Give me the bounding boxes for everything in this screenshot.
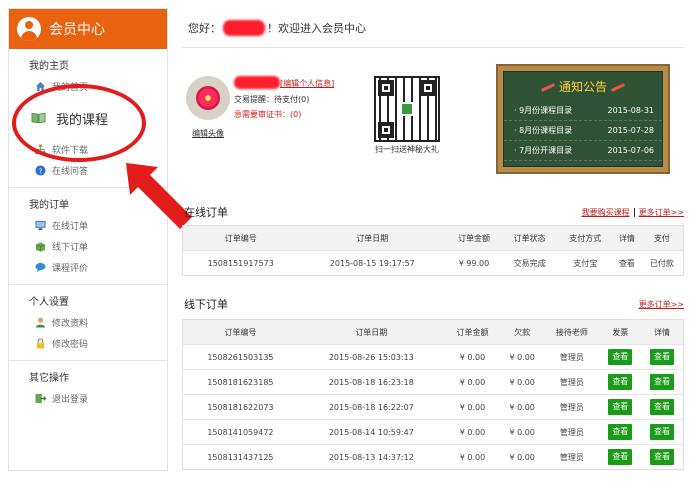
main-content: 您好： ！欢迎进入会员中心 编辑头像 [编辑个人信息] 交易提醒：待支付(0) … bbox=[182, 8, 684, 470]
sidebar-item-offline-orders[interactable]: 线下订单 bbox=[9, 236, 167, 257]
monitor-icon bbox=[35, 220, 46, 231]
sidebar-title: 会员中心 bbox=[49, 22, 105, 38]
edit-info-link[interactable]: [编辑个人信息] bbox=[280, 78, 334, 89]
pencil-icon bbox=[611, 83, 625, 92]
invoice-view-button[interactable]: 查看 bbox=[608, 424, 633, 440]
redacted-username bbox=[223, 19, 265, 36]
online-orders-table: 订单编号 订单日期 订单金额 订单状态 支付方式 详情 支付 150815191… bbox=[182, 225, 684, 276]
flower-image bbox=[196, 86, 220, 110]
detail-view-button[interactable]: 查看 bbox=[650, 449, 675, 465]
download-icon bbox=[35, 144, 46, 155]
offline-orders-title: 线下订单 bbox=[184, 298, 228, 311]
qr-code-block: 扫一扫送神秘大礼 bbox=[372, 76, 442, 156]
profile-card: 编辑头像 [编辑个人信息] 交易提醒：待支付(0) 急需要审证书：(0) bbox=[186, 76, 346, 156]
avatar[interactable] bbox=[186, 76, 230, 120]
table-row: 1508141059472 2015-08-14 10:59:47 ¥ 0.00… bbox=[182, 419, 684, 445]
lock-icon bbox=[36, 338, 45, 349]
svg-text:?: ? bbox=[39, 166, 43, 175]
detail-view-button[interactable]: 查看 bbox=[650, 349, 675, 365]
offline-orders-header: 线下订单 更多订单>> bbox=[182, 293, 684, 315]
sidebar-item-download[interactable]: 软件下载 bbox=[9, 139, 167, 160]
notice-item[interactable]: · 7月份开课目录 2015-07-06 bbox=[504, 141, 662, 161]
book-icon bbox=[31, 112, 46, 124]
sidebar-section-settings: 个人设置 修改资料 修改密码 bbox=[9, 285, 167, 361]
user-icon bbox=[35, 317, 46, 328]
invoice-view-button[interactable]: 查看 bbox=[608, 374, 633, 390]
invoice-view-button[interactable]: 查看 bbox=[608, 449, 633, 465]
sidebar-section-other: 其它操作 退出登录 bbox=[9, 361, 167, 415]
offline-orders-table: 订单编号 订单日期 订单金额 欠款 接待老师 发票 详情 15082615031… bbox=[182, 319, 684, 470]
invoice-view-button[interactable]: 查看 bbox=[608, 349, 633, 365]
sidebar-item-edit-profile[interactable]: 修改资料 bbox=[9, 312, 167, 333]
table-header-row: 订单编号 订单日期 订单金额 欠款 接待老师 发票 详情 bbox=[182, 319, 684, 345]
comment-icon bbox=[35, 262, 46, 273]
sidebar-section-title: 个人设置 bbox=[29, 297, 69, 308]
sidebar-section-title: 我的订单 bbox=[29, 200, 69, 211]
detail-view-button[interactable]: 查看 bbox=[650, 399, 675, 415]
more-online-orders-link[interactable]: 更多订单>> bbox=[639, 208, 684, 217]
notice-list: · 9月份课程目录 2015-08-31 · 8月份课程目录 2015-07-28 … bbox=[504, 101, 662, 161]
more-offline-orders-link[interactable]: 更多订单>> bbox=[639, 300, 684, 309]
user-icon bbox=[17, 17, 41, 41]
sidebar-section-title: 我的主页 bbox=[29, 61, 69, 72]
online-orders-header: 在线订单 我要购买课程 更多订单>> bbox=[182, 201, 684, 223]
logout-icon bbox=[35, 393, 46, 404]
welcome-suffix: ！欢迎进入会员中心 bbox=[267, 21, 366, 35]
detail-view-button[interactable]: 查看 bbox=[650, 424, 675, 440]
sidebar: 会员中心 我的主页 我的首页 我的课程 软件下载 ? 在线问答 我的订单 在线订… bbox=[8, 8, 168, 471]
invoice-view-button[interactable]: 查看 bbox=[608, 399, 633, 415]
transaction-reminder: 交易提醒：待支付(0) bbox=[234, 95, 310, 104]
table-header-row: 订单编号 订单日期 订单金额 订单状态 支付方式 详情 支付 bbox=[182, 225, 684, 251]
sidebar-section-orders: 我的订单 在线订单 线下订单 课程评价 bbox=[9, 188, 167, 285]
welcome-bar: 您好： ！欢迎进入会员中心 bbox=[182, 8, 684, 48]
notice-item[interactable]: · 9月份课程目录 2015-08-31 bbox=[504, 101, 662, 121]
table-row: 1508261503135 2015-08-26 15:03:13 ¥ 0.00… bbox=[182, 344, 684, 370]
edit-avatar-link[interactable]: 编辑头像 bbox=[192, 128, 224, 139]
redacted-name bbox=[234, 76, 280, 89]
qr-caption: 扫一扫送神秘大礼 bbox=[375, 145, 439, 154]
online-orders-title: 在线订单 bbox=[184, 206, 228, 219]
home-icon bbox=[35, 81, 46, 92]
table-row: 1508131437125 2015-08-13 14:37:12 ¥ 0.00… bbox=[182, 444, 684, 470]
table-row: 1508181622073 2015-08-18 16:22:07 ¥ 0.00… bbox=[182, 394, 684, 420]
welcome-prefix: 您好： bbox=[188, 21, 221, 35]
table-row: 1508151917573 2015-08-15 19:17:57 ¥ 99.0… bbox=[182, 250, 684, 276]
sidebar-item-change-password[interactable]: 修改密码 bbox=[9, 333, 167, 354]
view-detail-link[interactable]: 查看 bbox=[613, 250, 641, 276]
pencil-icon bbox=[541, 83, 555, 92]
table-row: 1508181623185 2015-08-18 16:23:18 ¥ 0.00… bbox=[182, 369, 684, 395]
question-icon: ? bbox=[35, 165, 46, 176]
notice-item[interactable]: · 8月份课程目录 2015-07-28 bbox=[504, 121, 662, 141]
notice-board: 通知公告 · 9月份课程目录 2015-08-31 · 8月份课程目录 2015-0… bbox=[496, 64, 670, 174]
sidebar-item-qa[interactable]: ? 在线问答 bbox=[9, 160, 167, 181]
sidebar-item-logout[interactable]: 退出登录 bbox=[9, 388, 167, 409]
sidebar-header: 会员中心 bbox=[9, 9, 167, 49]
sidebar-item-courses[interactable]: 我的课程 bbox=[9, 97, 167, 139]
sidebar-item-course-review[interactable]: 课程评价 bbox=[9, 257, 167, 278]
box-icon bbox=[35, 242, 46, 252]
sidebar-section-home: 我的主页 我的首页 我的课程 软件下载 ? 在线问答 bbox=[9, 49, 167, 188]
buy-course-link[interactable]: 我要购买课程 bbox=[582, 208, 630, 217]
certificate-reminder: 急需要审证书：(0) bbox=[234, 110, 302, 119]
qr-code-icon bbox=[374, 76, 440, 142]
sidebar-section-title: 其它操作 bbox=[29, 373, 69, 384]
detail-view-button[interactable]: 查看 bbox=[650, 374, 675, 390]
sidebar-item-home[interactable]: 我的首页 bbox=[9, 76, 167, 97]
notice-title: 通知公告 bbox=[504, 78, 662, 95]
sidebar-item-online-orders[interactable]: 在线订单 bbox=[9, 215, 167, 236]
